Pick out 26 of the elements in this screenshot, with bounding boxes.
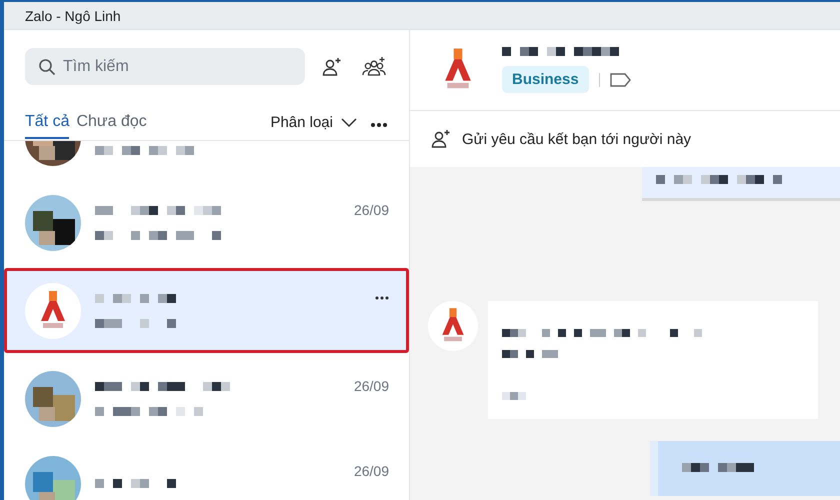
add-friend-icon[interactable] <box>321 56 343 78</box>
conversation-item[interactable]: 26/09 <box>4 180 409 265</box>
chevron-down-icon <box>341 118 357 128</box>
logo-avatar <box>25 282 81 338</box>
search-field[interactable]: Tìm kiếm <box>25 48 305 85</box>
blurred-text <box>502 392 526 400</box>
tab[interactable]: Chưa đọc <box>76 112 147 138</box>
logo-avatar <box>428 301 478 351</box>
window-title: Zalo - Ngô Linh <box>25 8 121 24</box>
ellipsis-icon[interactable] <box>375 296 389 300</box>
avatar-photo <box>25 456 81 500</box>
timestamp: 26/09 <box>354 378 389 394</box>
ellipsis-icon <box>371 123 387 127</box>
filter-dropdown[interactable]: Phân loại <box>270 114 357 137</box>
timestamp: 26/09 <box>354 463 389 479</box>
conversation-item[interactable]: 26/09 <box>4 441 409 500</box>
friend-request-text[interactable]: Gửi yêu cầu kết bạn tới người này <box>462 130 692 148</box>
add-group-icon[interactable] <box>361 56 387 78</box>
tag-icon[interactable] <box>610 72 632 86</box>
blurred-text <box>502 350 558 358</box>
blurred-text <box>682 463 754 472</box>
add-friend-icon <box>430 128 452 150</box>
conversation-item[interactable]: 26/09 <box>4 356 409 441</box>
tab[interactable]: Tất cả <box>25 112 70 138</box>
timestamp: 26/09 <box>354 202 389 218</box>
business-badge: Business <box>502 66 589 93</box>
